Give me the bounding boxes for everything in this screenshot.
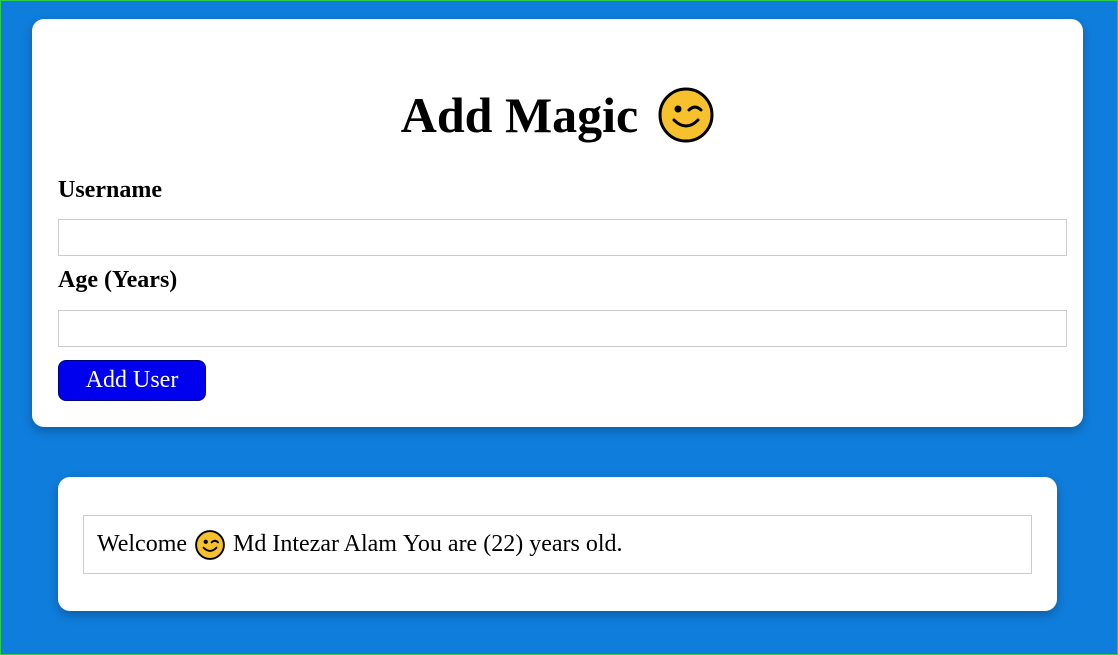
username-input[interactable] [58, 219, 1067, 256]
age-label: Age (Years) [58, 267, 178, 293]
winking-face-icon [195, 529, 225, 560]
add-user-button[interactable]: Add User [58, 360, 206, 401]
page-title-text: Add Magic [400, 87, 639, 143]
list-item: Welcome Md Intezar Alam You are (22) yea… [83, 515, 1032, 574]
welcome-text: Welcome [97, 531, 188, 557]
winking-face-icon [658, 87, 714, 143]
age-input[interactable] [58, 310, 1067, 347]
user-name: Md Intezar Alam [233, 531, 397, 557]
page-title: Add Magic [32, 85, 1083, 145]
username-label: Username [58, 177, 162, 203]
add-user-form-card: Add Magic Username Age (Years) Add User [32, 19, 1083, 427]
user-age-text: You are (22) years old. [402, 531, 623, 557]
users-list-card: Welcome Md Intezar Alam You are (22) yea… [58, 477, 1057, 611]
